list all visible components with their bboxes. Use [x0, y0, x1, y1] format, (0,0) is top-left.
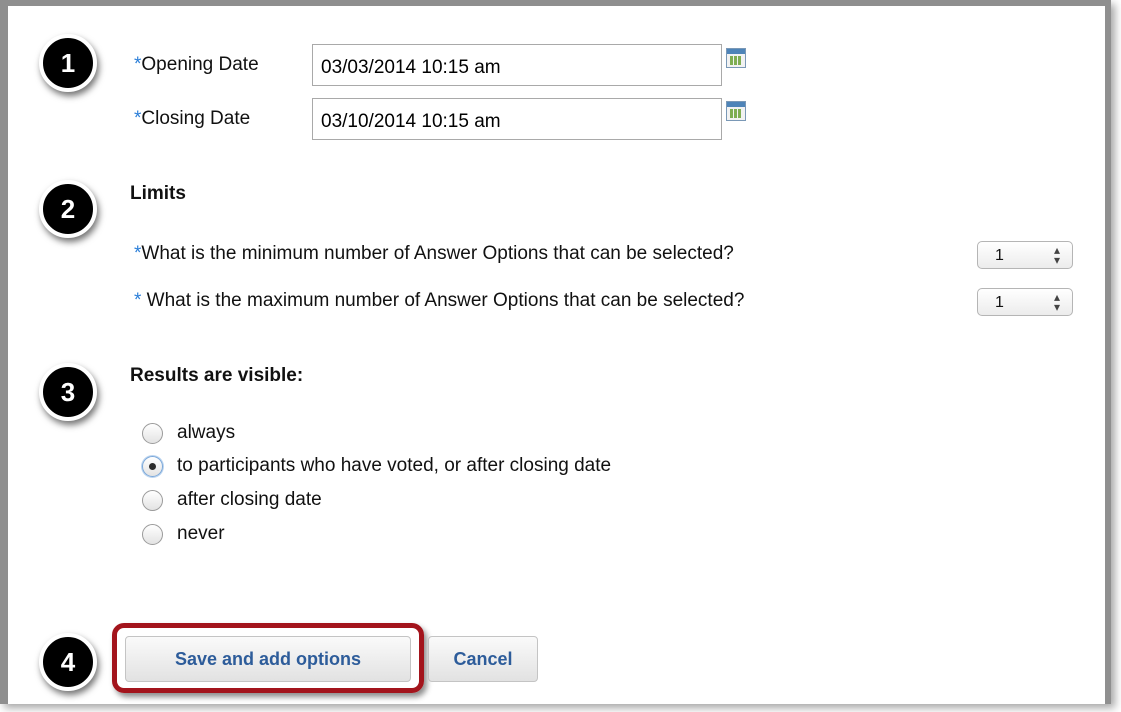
- closing-date-label-text: Closing Date: [141, 108, 251, 129]
- step-1-badge: 1: [39, 34, 97, 92]
- closing-date-input[interactable]: [312, 98, 722, 140]
- cancel-button[interactable]: Cancel: [428, 636, 538, 682]
- save-and-add-options-button[interactable]: Save and add options: [125, 636, 411, 682]
- min-options-question: *What is the minimum number of Answer Op…: [134, 243, 734, 265]
- updown-arrows-icon: ▴ ▾: [1053, 243, 1060, 267]
- max-options-select[interactable]: 1 ▴ ▾: [977, 288, 1073, 316]
- radio-always[interactable]: [142, 423, 163, 444]
- max-options-question-text: What is the maximum number of Answer Opt…: [141, 290, 745, 311]
- radio-label-participants-voted: to participants who have voted, or after…: [177, 455, 612, 476]
- radio-label-always: always: [177, 422, 236, 443]
- max-options-value: 1: [995, 294, 1004, 311]
- radio-after-closing[interactable]: [142, 490, 163, 511]
- limits-heading: Limits: [130, 183, 186, 204]
- step-3-badge: 3: [39, 363, 97, 421]
- radio-label-after-closing: after closing date: [177, 489, 322, 510]
- closing-date-label: *Closing Date: [134, 108, 250, 130]
- calendar-icon[interactable]: [726, 48, 746, 68]
- results-visible-heading: Results are visible:: [130, 365, 304, 386]
- calendar-icon[interactable]: [726, 101, 746, 121]
- step-2-badge: 2: [39, 180, 97, 238]
- min-options-value: 1: [995, 247, 1004, 264]
- radio-participants-voted[interactable]: [142, 456, 163, 477]
- radio-label-never: never: [177, 523, 225, 544]
- updown-arrows-icon: ▴ ▾: [1053, 290, 1060, 314]
- max-options-question: * What is the maximum number of Answer O…: [134, 290, 744, 312]
- min-options-select[interactable]: 1 ▴ ▾: [977, 241, 1073, 269]
- step-4-badge: 4: [39, 633, 97, 691]
- opening-date-input[interactable]: [312, 44, 722, 86]
- min-options-question-text: What is the minimum number of Answer Opt…: [141, 243, 734, 264]
- radio-never[interactable]: [142, 524, 163, 545]
- opening-date-label-text: Opening Date: [141, 54, 259, 75]
- opening-date-label: *Opening Date: [134, 54, 259, 76]
